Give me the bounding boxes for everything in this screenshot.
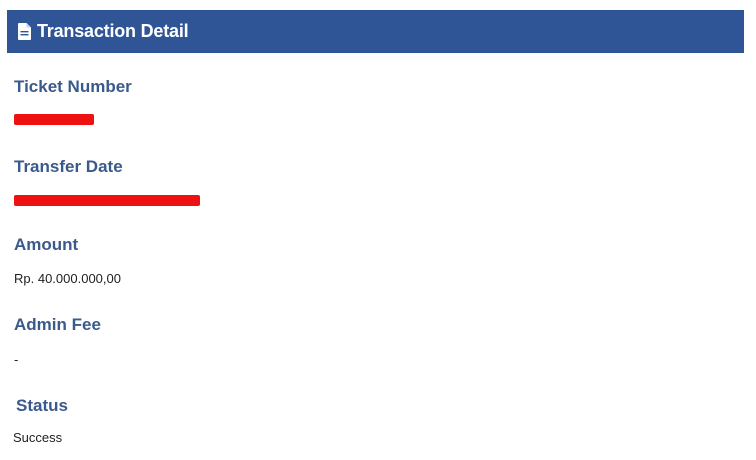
header-title: Transaction Detail bbox=[37, 21, 189, 41]
ticket-number-label: Ticket Number bbox=[14, 77, 132, 96]
amount-label: Amount bbox=[14, 235, 79, 254]
status-value: Success bbox=[13, 430, 63, 445]
amount-value: Rp. 40.000.000,00 bbox=[14, 271, 121, 286]
document-icon bbox=[17, 23, 31, 41]
admin-fee-label: Admin Fee bbox=[14, 315, 101, 334]
ticket-number-redaction bbox=[14, 114, 94, 125]
transaction-detail-header: Transaction Detail bbox=[7, 10, 744, 53]
status-label: Status bbox=[16, 396, 68, 415]
transfer-date-label: Transfer Date bbox=[14, 157, 123, 176]
admin-fee-value: - bbox=[14, 352, 19, 367]
transfer-date-redaction bbox=[14, 195, 200, 206]
